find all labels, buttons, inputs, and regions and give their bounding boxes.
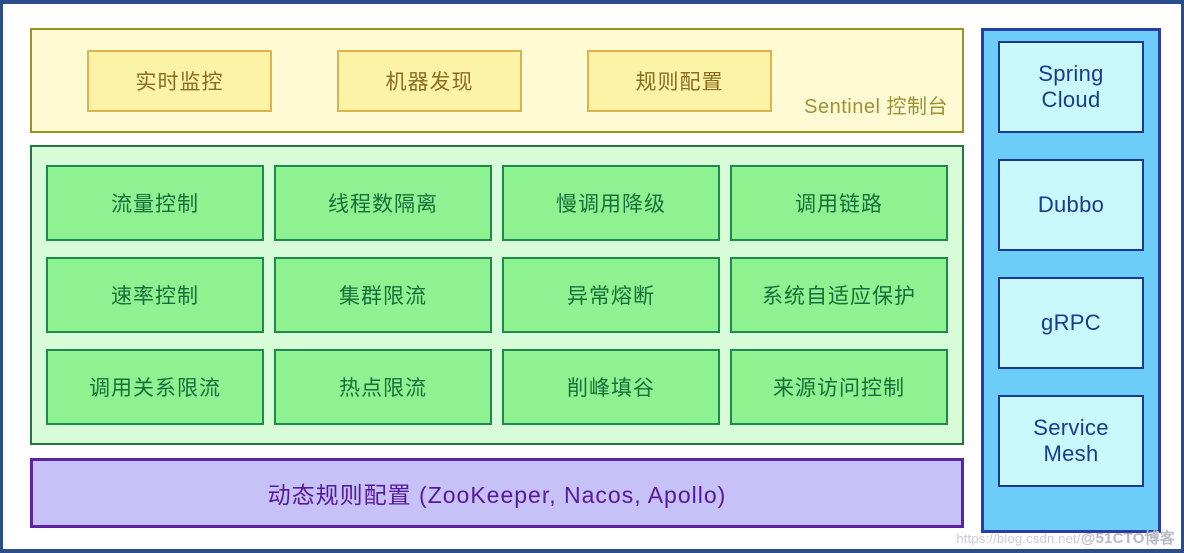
integration-box-label: Dubbo: [1037, 192, 1105, 218]
sentinel-dashboard-panel: 实时监控 机器发现 规则配置 Sentinel 控制台: [30, 28, 964, 133]
core-box-label: 慢调用降级: [556, 193, 666, 216]
core-feature-row: 调用关系限流 热点限流 削峰填谷 来源访问控制: [46, 349, 948, 425]
core-box-origin-access-control: 来源访问控制: [730, 349, 948, 425]
core-box-peak-shaving: 削峰填谷: [502, 349, 720, 425]
architecture-diagram: 实时监控 机器发现 规则配置 Sentinel 控制台 流量控制 线程数隔离 慢…: [0, 0, 1184, 553]
integration-box-spring-cloud: Spring Cloud: [998, 41, 1144, 133]
core-box-label: 线程数隔离: [328, 193, 438, 216]
watermark-url: https://blog.csdn.net/: [956, 531, 1081, 546]
dashboard-box-label: 规则配置: [635, 70, 724, 94]
core-box-exception-circuit-break: 异常熔断: [502, 257, 720, 333]
core-box-label: 调用关系限流: [89, 377, 221, 400]
core-box-flow-control: 流量控制: [46, 165, 264, 241]
core-box-hotspot-flow-limit: 热点限流: [274, 349, 492, 425]
watermark-account: @51CTO博客: [1080, 530, 1175, 547]
dashboard-box-rule-config: 规则配置: [587, 49, 772, 112]
dynamic-rule-config-label: 动态规则配置 (ZooKeeper, Nacos, Apollo): [267, 482, 727, 508]
core-box-slow-call-degrade: 慢调用降级: [502, 165, 720, 241]
core-box-rate-control: 速率控制: [46, 257, 264, 333]
core-box-label: 速率控制: [111, 285, 199, 308]
core-box-thread-isolation: 线程数隔离: [274, 165, 492, 241]
dashboard-box-realtime-monitor: 实时监控: [87, 49, 272, 112]
watermark: https://blog.csdn.net/@51CTO博客: [956, 527, 1175, 548]
dashboard-box-label: 实时监控: [135, 70, 224, 94]
core-box-cluster-flow-limit: 集群限流: [274, 257, 492, 333]
sentinel-core-features-panel: 流量控制 线程数隔离 慢调用降级 调用链路 速率控制 集群限流 异常熔断 系统自…: [30, 145, 964, 445]
core-box-label: 系统自适应保护: [762, 285, 916, 308]
dashboard-box-machine-discovery: 机器发现: [337, 49, 522, 112]
integration-box-service-mesh: Service Mesh: [998, 395, 1144, 487]
integration-box-label: Service Mesh: [1033, 415, 1109, 466]
sentinel-core-column: 实时监控 机器发现 规则配置 Sentinel 控制台 流量控制 线程数隔离 慢…: [30, 28, 964, 533]
core-feature-row: 流量控制 线程数隔离 慢调用降级 调用链路: [46, 165, 948, 241]
core-box-label: 异常熔断: [567, 285, 655, 308]
sentinel-dashboard-label: Sentinel 控制台: [804, 96, 948, 118]
dynamic-rule-config-panel: 动态规则配置 (ZooKeeper, Nacos, Apollo): [30, 458, 964, 528]
core-box-label: 集群限流: [339, 285, 427, 308]
integrations-panel: Spring Cloud Dubbo gRPC Service Mesh: [981, 28, 1161, 533]
core-box-call-chain: 调用链路: [730, 165, 948, 241]
core-box-label: 来源访问控制: [773, 377, 905, 400]
integration-box-grpc: gRPC: [998, 277, 1144, 369]
integration-box-label: gRPC: [1041, 310, 1101, 336]
core-box-label: 调用链路: [795, 193, 883, 216]
integration-box-label: Spring Cloud: [1038, 61, 1104, 112]
core-box-label: 削峰填谷: [567, 377, 655, 400]
core-box-system-adaptive-protection: 系统自适应保护: [730, 257, 948, 333]
core-box-relation-flow-limit: 调用关系限流: [46, 349, 264, 425]
dashboard-box-label: 机器发现: [385, 70, 474, 94]
core-box-label: 流量控制: [111, 193, 199, 216]
core-feature-row: 速率控制 集群限流 异常熔断 系统自适应保护: [46, 257, 948, 333]
integration-box-dubbo: Dubbo: [998, 159, 1144, 251]
core-box-label: 热点限流: [339, 377, 427, 400]
